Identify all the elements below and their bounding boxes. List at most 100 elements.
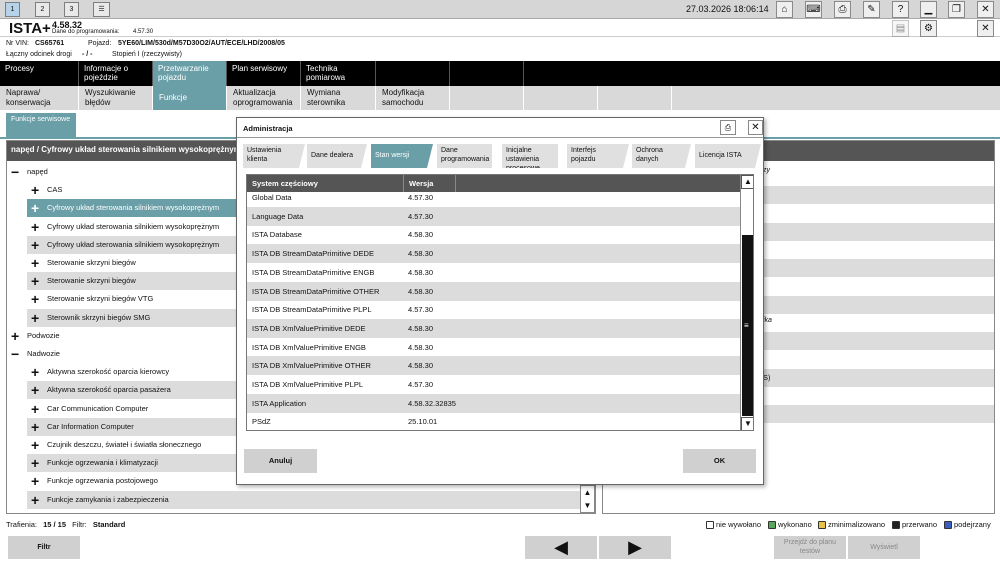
legend-label: przerwano (902, 520, 938, 529)
version-row[interactable]: ISTA Application 4.58.32.32835 (247, 393, 740, 413)
go-to-test-plan-button[interactable]: Przejdź do planu testów (774, 536, 846, 559)
tab-dane-programowania[interactable]: Dane programowania (437, 144, 492, 168)
version-row[interactable]: ISTA Database 4.58.30 (247, 225, 740, 244)
scroll-up-icon[interactable]: ▲ (581, 486, 594, 500)
scroll-down-icon[interactable]: ▼ (581, 500, 594, 512)
vin-value: CS65761 (35, 40, 65, 47)
forward-arrow-icon[interactable]: ▶ (599, 536, 671, 559)
ok-button[interactable]: OK (683, 449, 756, 473)
expand-icon[interactable]: + (31, 381, 39, 399)
nav-informacje[interactable]: Informacje o pojeździe (79, 61, 153, 86)
tree-scrollbar[interactable]: ▲ ▼ (580, 485, 595, 513)
collapse-icon[interactable]: − (11, 345, 19, 363)
expand-icon[interactable]: + (31, 309, 39, 327)
window-button-2[interactable]: 2 (35, 2, 50, 17)
wrench-icon[interactable]: ✎ (863, 1, 880, 18)
filter-button[interactable]: Filtr (8, 536, 80, 559)
legend-box-white (706, 521, 714, 530)
version-row[interactable]: ISTA DB StreamDataPrimitive ENGB 4.58.30 (247, 263, 740, 282)
list-icon[interactable]: ☰ (93, 2, 110, 17)
minimize-icon[interactable]: ▁ (920, 1, 937, 18)
version-row[interactable]: ISTA DB StreamDataPrimitive DEDE 4.58.30 (247, 244, 740, 264)
subnav-wymiana[interactable]: Wymiana sterownika (301, 86, 376, 110)
nav-przetwarzanie[interactable]: Przetwarzanie pojazdu (153, 61, 227, 86)
version-row[interactable]: ISTA DB XmlValuePrimitive ENGB 4.58.30 (247, 338, 740, 357)
keyboard-icon[interactable]: ⌨ (805, 1, 822, 18)
nav-procesy[interactable]: Procesy (0, 61, 79, 86)
expand-icon[interactable]: + (31, 472, 39, 490)
document-icon[interactable]: ▤ (892, 20, 909, 37)
show-button[interactable]: Wyświetl (848, 536, 920, 559)
system-version: 4.58.30 (408, 267, 434, 277)
subnav-empty-1 (450, 86, 524, 110)
expand-icon[interactable]: + (31, 363, 39, 381)
expand-icon[interactable]: + (31, 236, 39, 254)
expand-icon[interactable]: + (31, 254, 39, 272)
expand-icon[interactable]: + (31, 400, 39, 418)
dialog-close-icon[interactable]: ✕ (748, 120, 763, 135)
tab-licencja-ista[interactable]: Licencja ISTA (695, 144, 761, 168)
tab-inicjalne-ustawienia[interactable]: Inicjalne ustawienia procesowe (502, 144, 558, 168)
tree-row[interactable]: + Funkcje zamykania i zabezpieczenia (27, 490, 580, 509)
scroll-up-icon[interactable]: ▲ (741, 175, 753, 189)
scroll-down-icon[interactable]: ▼ (741, 417, 753, 430)
collapse-icon[interactable]: − (11, 163, 19, 181)
expand-icon[interactable]: + (11, 327, 19, 345)
print-icon[interactable]: ⎙ (834, 1, 851, 18)
subnav-empty-2 (524, 86, 598, 110)
filter-label: Filtr: (72, 520, 87, 529)
expand-icon[interactable]: + (31, 199, 39, 217)
dialog-title: Administracja (243, 124, 293, 133)
system-name: ISTA Database (252, 230, 302, 240)
subnav-aktualizacja[interactable]: Aktualizacja oprogramowania (227, 86, 301, 110)
version-row[interactable]: ISTA DB StreamDataPrimitive PLPL 4.57.30 (247, 300, 740, 319)
expand-icon[interactable]: + (31, 454, 39, 472)
system-version: 4.57.30 (408, 211, 434, 221)
expand-icon[interactable]: + (31, 290, 39, 308)
version-row[interactable]: PSdZ 25.10.01 (247, 412, 740, 430)
expand-icon[interactable]: + (31, 436, 39, 454)
tab-stan-wersji[interactable]: Stan wersji (371, 144, 433, 168)
expand-icon[interactable]: + (31, 491, 39, 509)
tab-dane-dealera[interactable]: Dane dealera (307, 144, 367, 168)
subnav-wyszukiwanie[interactable]: Wyszukiwanie błędów (79, 86, 153, 110)
subnav-naprawa[interactable]: Naprawa/ konserwacja (0, 86, 79, 110)
expand-icon[interactable]: + (31, 218, 39, 236)
data-version-label: Dane do programowania: (52, 29, 120, 35)
window-button-1[interactable]: 1 (5, 2, 20, 17)
nav-plan-serwisowy[interactable]: Plan serwisowy (227, 61, 301, 86)
section-tab[interactable]: Funkcje serwisowe (6, 113, 76, 137)
system-version: 25.10.01 (408, 417, 438, 427)
window-button-3[interactable]: 3 (64, 2, 79, 17)
home-icon[interactable]: ⌂ (776, 1, 793, 18)
close-icon[interactable]: ✕ (977, 1, 994, 18)
back-arrow-icon[interactable]: ◀ (525, 536, 597, 559)
tab-interfejs-pojazdu[interactable]: Interfejs pojazdu (567, 144, 629, 168)
column-header-version: Wersja (403, 175, 455, 192)
version-row[interactable]: ISTA DB XmlValuePrimitive DEDE 4.58.30 (247, 318, 740, 338)
gear-icon[interactable]: ⚙ (920, 20, 937, 37)
version-row[interactable]: ISTA DB XmlValuePrimitive PLPL 4.57.30 (247, 375, 740, 394)
nav-technika[interactable]: Technika pomiarowa (301, 61, 376, 86)
version-row[interactable]: Language Data 4.57.30 (247, 206, 740, 226)
vehicle-info: Nr VIN: CS65761 Pojazd: 5YE60/LIM/530d/M… (0, 37, 1000, 61)
print-icon[interactable]: ⎙ (720, 120, 736, 135)
table-scrollbar[interactable]: ▲ ≡ ▼ (740, 175, 753, 430)
tab-ustawienia-klienta[interactable]: Ustawienia klienta (243, 144, 305, 168)
expand-icon[interactable]: + (31, 272, 39, 290)
subnav-funkcje-serwisowe[interactable]: Funkcje serwisowe (153, 86, 227, 122)
subnav-modyfikacja[interactable]: Modyfikacja samochodu (376, 86, 450, 110)
tree-row-label: Sterowanie skrzyni biegów (47, 258, 136, 267)
expand-icon[interactable]: + (31, 418, 39, 436)
close-session-icon[interactable]: ✕ (977, 20, 994, 37)
cancel-button[interactable]: Anuluj (244, 449, 317, 473)
version-row[interactable]: ISTA DB StreamDataPrimitive OTHER 4.58.30 (247, 281, 740, 301)
expand-icon[interactable]: + (31, 181, 39, 199)
version-table-body: Global Data 4.57.30 Language Data 4.57.30 IS… (247, 192, 740, 430)
version-row[interactable]: ISTA DB XmlValuePrimitive OTHER 4.58.30 (247, 356, 740, 376)
tab-ochrona-danych[interactable]: Ochrona danych (632, 144, 691, 168)
restore-icon[interactable]: ❐ (948, 1, 965, 18)
help-icon[interactable]: ? (892, 1, 909, 18)
version-row[interactable]: Global Data 4.57.30 (247, 192, 740, 207)
system-name: ISTA DB XmlValuePrimitive OTHER (252, 361, 371, 371)
